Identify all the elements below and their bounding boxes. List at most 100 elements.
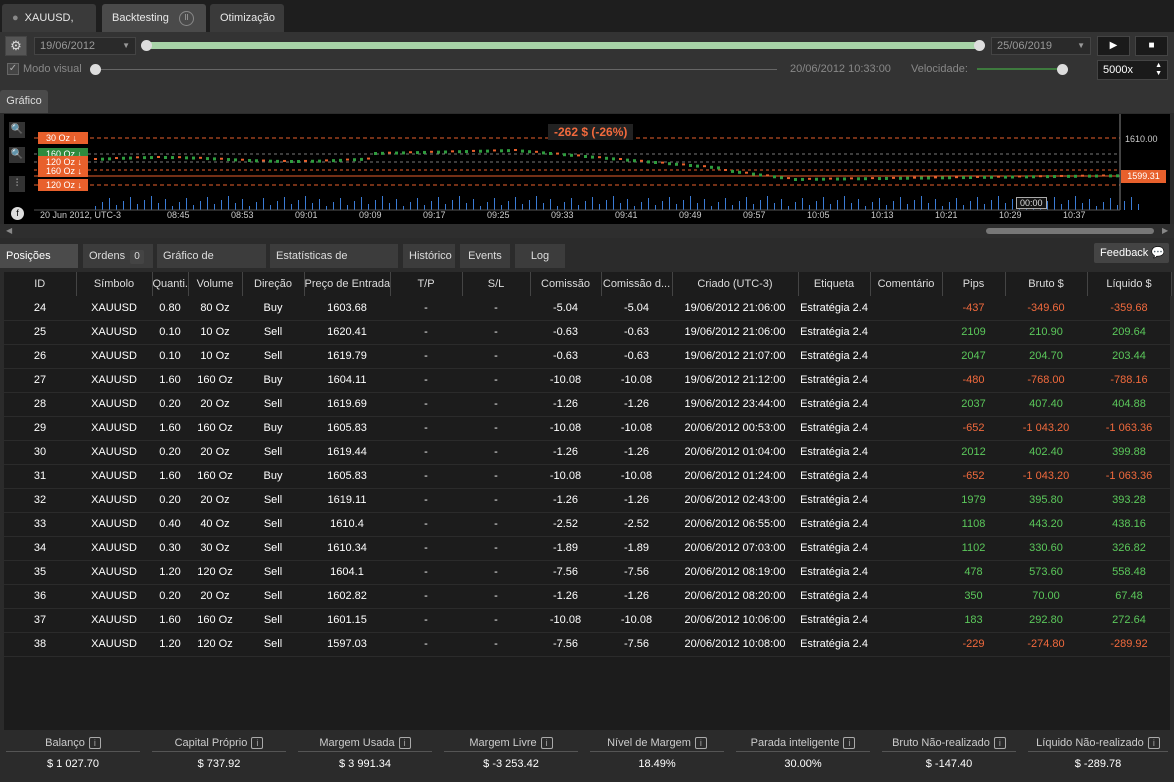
volume-bar [893, 201, 894, 210]
scroll-left-icon[interactable]: ◀ [6, 226, 12, 235]
column-header[interactable]: Símbolo [76, 272, 153, 296]
column-header[interactable]: Volume [188, 272, 243, 296]
column-header[interactable]: Preço de Entrada [304, 272, 391, 296]
speed-stepper[interactable]: 5000x ▲ ▼ [1097, 60, 1168, 80]
tab-historico[interactable]: Histórico [403, 244, 455, 268]
price-chart[interactable]: 🔍 🔍 ⫶ f 30 Oz ↓ 160 Oz ↓ 120 Oz ↓ 160 Oz… [4, 114, 1170, 224]
tab-ordens[interactable]: Ordens 0 [83, 244, 153, 268]
table-row[interactable]: 35 XAUUSD 1.20 120 Oz Sell 1604.1- - -7.56 -7.56… [4, 560, 1171, 585]
table-row[interactable]: 31 XAUUSD 1.60 160 Oz Buy 1605.83- - -10.08 -10.… [4, 464, 1171, 489]
speed-slider[interactable] [977, 68, 1065, 70]
order-tag[interactable]: 120 Oz ↓ [38, 179, 88, 191]
table-row[interactable]: 30 XAUUSD 0.20 20 Oz Sell 1619.44- - -1.26 -1.26… [4, 440, 1171, 465]
volume-bar [214, 204, 215, 210]
stop-button[interactable]: ■ [1135, 36, 1168, 56]
tab-events[interactable]: Events [460, 244, 510, 268]
table-row[interactable]: 32 XAUUSD 0.20 20 Oz Sell 1619.11- - -1.26 -1.26… [4, 488, 1171, 513]
column-header[interactable]: ID [4, 272, 77, 296]
info-icon[interactable]: i [1147, 737, 1160, 750]
tab-log[interactable]: Log [515, 244, 565, 268]
table-cell: - [390, 584, 462, 609]
info-icon[interactable]: i [398, 737, 411, 750]
visual-progress-handle[interactable] [90, 64, 101, 75]
column-header[interactable]: Etiqueta [798, 272, 871, 296]
summary-value: $ -289.78 [1074, 758, 1122, 770]
end-date-combo[interactable]: 25/06/2019 ▼ [991, 37, 1091, 55]
table-row[interactable]: 24 XAUUSD 0.80 80 Oz Buy 1603.68- - -5.04 -5.04 1… [4, 296, 1171, 321]
table-row[interactable]: 27 XAUUSD 1.60 160 Oz Buy 1604.11- - -10.08 -10.… [4, 368, 1171, 393]
time-tick: 08:45 [167, 210, 190, 220]
table-cell: - [390, 368, 462, 393]
tab-backtesting[interactable]: Backtesting ll [102, 4, 206, 32]
modo-visual-checkbox[interactable]: ✓ [7, 63, 19, 75]
column-header[interactable]: Quanti... [152, 272, 189, 296]
pause-icon[interactable]: ll [179, 11, 194, 26]
table-cell [870, 344, 942, 369]
stepper-arrows-icon[interactable]: ▲ ▼ [1155, 62, 1162, 78]
column-header[interactable]: Comissão [530, 272, 602, 296]
table-row[interactable]: 26 XAUUSD 0.10 10 Oz Sell 1619.79- - -0.63 -0.63… [4, 344, 1171, 369]
order-tag[interactable]: 30 Oz ↓ [38, 132, 88, 144]
order-tag[interactable]: 160 Oz ↓ [38, 165, 88, 177]
info-icon[interactable]: i [694, 737, 707, 750]
table-row[interactable]: 37 XAUUSD 1.60 160 Oz Sell 1601.15- - -10.08 -10… [4, 608, 1171, 633]
tab-otimizacao[interactable]: Otimização [210, 4, 284, 32]
table-row[interactable]: 36 XAUUSD 0.20 20 Oz Sell 1602.82- - -1.26 -1.26… [4, 584, 1171, 609]
range-start-handle[interactable] [141, 40, 152, 51]
summary-value: 30.00% [784, 758, 822, 770]
column-header[interactable]: Direção [242, 272, 305, 296]
table-cell: -480 [942, 368, 1005, 393]
candle [304, 159, 307, 162]
chart-settings-icon[interactable]: f [11, 207, 24, 220]
column-header[interactable]: Criado (UTC-3) [672, 272, 799, 296]
play-icon: ▶ [1109, 40, 1118, 51]
tab-grafico[interactable]: Gráfico [0, 90, 48, 113]
scroll-thumb[interactable] [986, 228, 1154, 234]
gear-icon[interactable]: ⚙ [5, 36, 27, 56]
table-row[interactable]: 28 XAUUSD 0.20 20 Oz Sell 1619.69- - -1.26 -1.26… [4, 392, 1171, 417]
table-row[interactable]: 33 XAUUSD 0.40 40 Oz Sell 1610.4- - -2.52 -2.52 2… [4, 512, 1171, 537]
info-icon[interactable]: i [540, 737, 553, 750]
table-cell: -10.08 [601, 368, 672, 393]
table-cell: Sell [242, 584, 304, 609]
volume-bar [543, 203, 544, 210]
visual-progress-track[interactable] [95, 69, 777, 70]
info-icon[interactable]: i [843, 737, 856, 750]
column-header[interactable]: Bruto $ [1005, 272, 1088, 296]
column-header[interactable]: Líquido $ [1087, 272, 1172, 296]
scroll-right-icon[interactable]: ▶ [1162, 226, 1168, 235]
tab-posicoes[interactable]: Posições15 [0, 244, 78, 288]
table-row[interactable]: 34 XAUUSD 0.30 30 Oz Sell 1610.34- - -1.89 -1.89… [4, 536, 1171, 561]
table-cell: 40 Oz [188, 512, 242, 537]
tab-equidade[interactable]: Gráfico de Equidade [157, 244, 266, 286]
time-tick: 09:01 [295, 210, 318, 220]
table-row[interactable]: 25 XAUUSD 0.10 10 Oz Sell 1620.41- - -0.63 -0.63… [4, 320, 1171, 345]
volume-bar [1138, 204, 1139, 210]
chart-scrollbar[interactable]: ◀ ▶ [0, 224, 1174, 238]
table-row[interactable]: 38 XAUUSD 1.20 120 Oz Sell 1597.03- - -7.56 -7.5… [4, 632, 1171, 657]
table-row[interactable]: 29 XAUUSD 1.60 160 Oz Buy 1605.83- - -10.08 -10.… [4, 416, 1171, 441]
column-header[interactable]: Comentário [870, 272, 943, 296]
info-icon[interactable]: i [88, 737, 101, 750]
table-cell: XAUUSD [76, 584, 152, 609]
tab-symbol[interactable]: ●XAUUSD, m1 [2, 4, 96, 52]
column-header[interactable]: T/P [390, 272, 463, 296]
play-button[interactable]: ▶ [1097, 36, 1130, 56]
info-icon[interactable]: i [251, 737, 264, 750]
zoom-in-icon[interactable]: 🔍 [9, 122, 25, 138]
candle [619, 158, 622, 160]
volume-bar [298, 200, 299, 210]
info-icon[interactable]: i [993, 737, 1006, 750]
column-header[interactable]: S/L [462, 272, 531, 296]
speed-handle[interactable] [1057, 64, 1068, 75]
current-price-tag: 1599.31 [1121, 170, 1166, 183]
start-date-combo[interactable]: 19/06/2012 ▼ [34, 37, 136, 55]
feedback-button[interactable]: Feedback 💬 [1094, 243, 1169, 263]
range-end-handle[interactable] [974, 40, 985, 51]
tab-estatisticas[interactable]: Estatísticas de Comércio [270, 244, 398, 286]
column-header[interactable]: Pips [942, 272, 1006, 296]
zoom-out-icon[interactable]: 🔍 [9, 147, 25, 163]
column-header[interactable]: Comissão d... [601, 272, 673, 296]
chart-type-icon[interactable]: ⫶ [9, 176, 25, 192]
date-range-slider[interactable] [146, 42, 980, 49]
